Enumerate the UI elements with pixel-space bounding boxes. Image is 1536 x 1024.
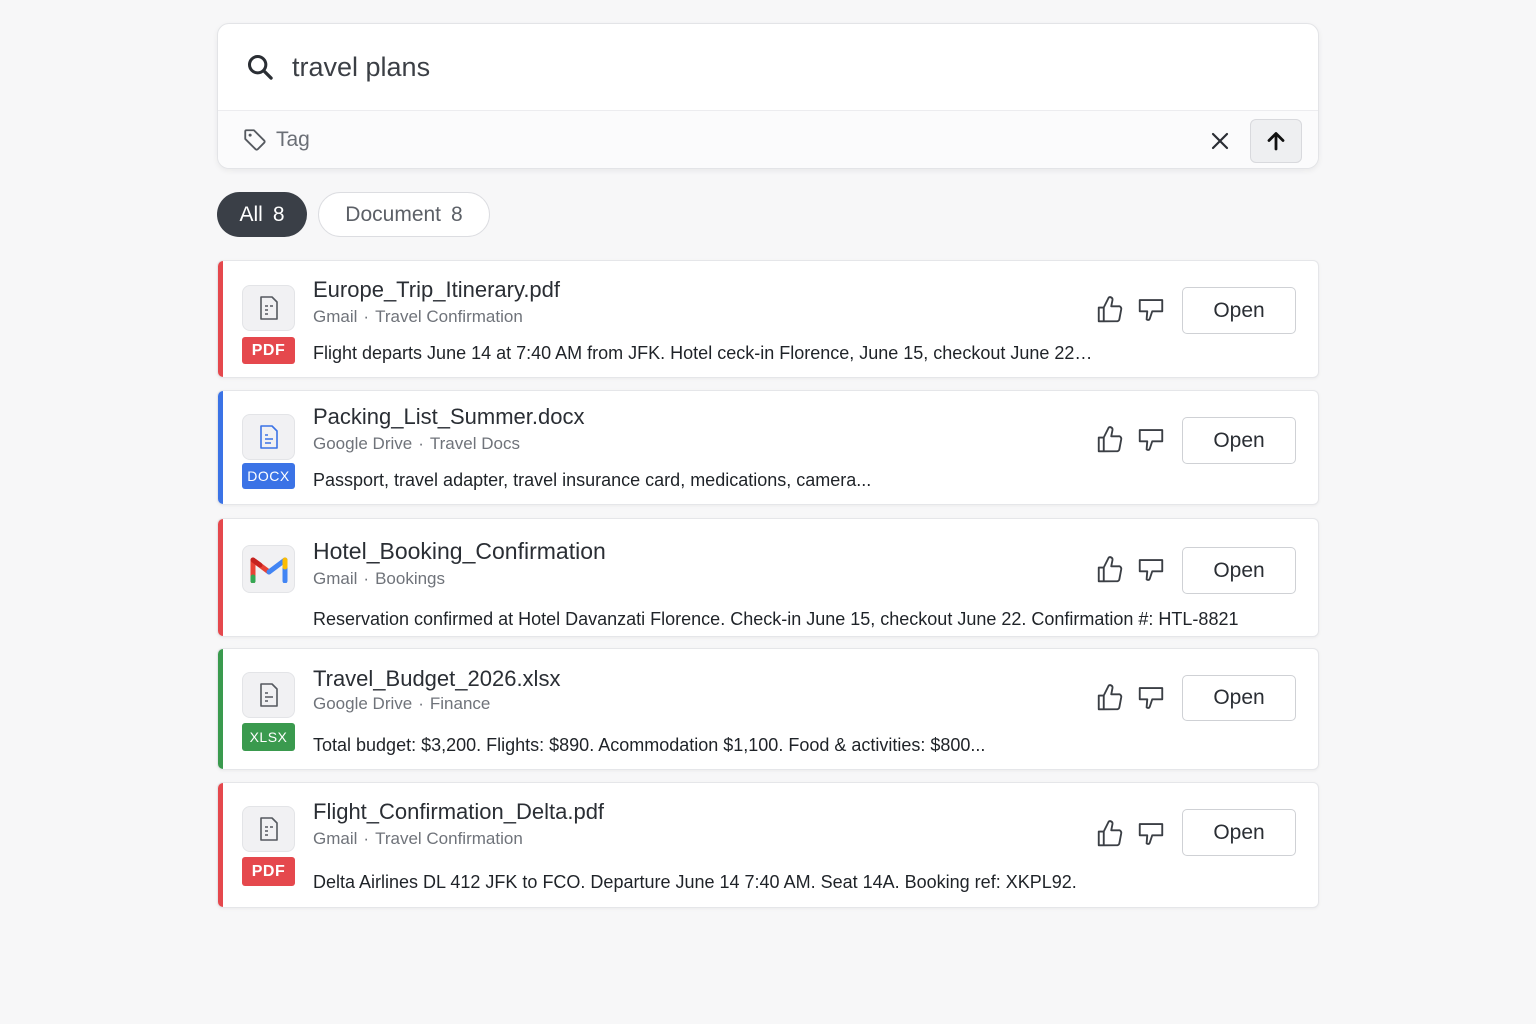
filter-chips: All 8 Document 8	[217, 192, 1319, 237]
result-source: Google Drive	[313, 434, 413, 453]
search-results-panel: Tag All 8 Document 8	[217, 23, 1319, 908]
thumbs-down-icon[interactable]	[1136, 425, 1166, 455]
gmail-icon	[250, 557, 287, 583]
tag-row: Tag	[218, 111, 1318, 168]
thumbs-up-icon[interactable]	[1095, 425, 1125, 455]
clear-button[interactable]	[1204, 125, 1236, 157]
result-card[interactable]: XLSX Travel_Budget_2026.xlsx Google Driv…	[217, 648, 1319, 770]
submit-search-button[interactable]	[1250, 119, 1302, 163]
open-button[interactable]: Open	[1182, 547, 1296, 594]
chip-count: 8	[451, 202, 463, 226]
file-tile	[242, 545, 295, 593]
result-title[interactable]: Flight_Confirmation_Delta.pdf	[313, 799, 604, 825]
thumbs-up-icon[interactable]	[1095, 819, 1125, 849]
result-folder: Travel Confirmation	[375, 829, 523, 848]
result-snippet: Delta Airlines DL 412 JFK to FCO. Depart…	[313, 872, 1077, 892]
accent-bar	[218, 783, 223, 907]
file-tile	[242, 806, 295, 852]
chip-count: 8	[272, 202, 285, 226]
thumbs-down-icon[interactable]	[1136, 819, 1166, 849]
accent-bar	[218, 649, 223, 769]
file-tile	[242, 414, 295, 460]
search-card: Tag	[217, 23, 1319, 169]
tag-input[interactable]: Tag	[276, 128, 310, 152]
thumbs-down-icon[interactable]	[1136, 683, 1166, 713]
result-card[interactable]: DOCX Packing_List_Summer.docx Google Dri…	[217, 390, 1319, 505]
result-title[interactable]: Packing_List_Summer.docx	[313, 404, 584, 430]
open-button[interactable]: Open	[1182, 417, 1296, 464]
thumbs-up-icon[interactable]	[1095, 295, 1125, 325]
result-folder: Travel Docs	[429, 434, 520, 453]
search-bar	[218, 24, 1318, 111]
document-icon	[259, 683, 278, 707]
result-snippet: Reservation confirmed at Hotel Davanzati…	[313, 609, 1239, 629]
result-source: Gmail	[313, 569, 358, 588]
document-icon	[259, 817, 278, 841]
file-tile	[242, 285, 295, 331]
accent-bar	[218, 391, 223, 504]
filter-chip-document[interactable]: Document 8	[318, 192, 490, 237]
close-icon	[1211, 132, 1229, 150]
result-title[interactable]: Europe_Trip_Itinerary.pdf	[313, 277, 560, 303]
open-button[interactable]: Open	[1182, 287, 1296, 334]
accent-bar	[218, 261, 223, 377]
result-meta: Gmail · Bookings	[313, 569, 446, 588]
thumbs-down-icon[interactable]	[1136, 555, 1166, 585]
document-icon	[259, 296, 278, 320]
result-source: Gmail	[313, 829, 358, 848]
thumbs-up-icon[interactable]	[1095, 683, 1125, 713]
arrow-up-icon	[1267, 132, 1285, 151]
result-card[interactable]: PDF Flight_Confirmation_Delta.pdf Gmail ·…	[217, 782, 1319, 908]
result-meta: Google Drive · Travel Docs	[313, 434, 520, 453]
result-source: Gmail	[313, 307, 358, 326]
filter-chip-all[interactable]: All 8	[217, 192, 307, 237]
search-input[interactable]	[292, 51, 1092, 83]
thumbs-down-icon[interactable]	[1136, 295, 1166, 325]
result-snippet: Passport, travel adapter, travel insuran…	[313, 470, 872, 490]
chip-label: All	[239, 202, 263, 226]
result-source: Google Drive	[313, 694, 413, 713]
document-icon	[259, 425, 278, 449]
result-meta: Gmail · Travel Confirmation	[313, 307, 523, 326]
tag-icon	[244, 129, 266, 151]
thumbs-up-icon[interactable]	[1095, 555, 1125, 585]
result-folder: Finance	[429, 694, 491, 713]
result-meta: Gmail · Travel Confirmation	[313, 829, 523, 848]
file-type-badge: PDF	[242, 337, 295, 364]
result-card[interactable]: Hotel_Booking_Confirmation Gmail · Booking…	[217, 518, 1319, 637]
result-snippet: Flight departs June 14 at 7:40 AM from J…	[313, 343, 1093, 363]
open-button[interactable]: Open	[1182, 809, 1296, 856]
result-title[interactable]: Travel_Budget_2026.xlsx	[313, 666, 560, 692]
open-button[interactable]: Open	[1182, 675, 1296, 721]
result-title[interactable]: Hotel_Booking_Confirmation	[313, 538, 606, 565]
result-folder: Bookings	[375, 569, 446, 588]
chip-label: Document	[345, 202, 442, 226]
accent-bar	[218, 519, 223, 636]
file-type-badge: PDF	[242, 857, 295, 886]
result-snippet: Total budget: $3,200. Flights: $890. Aco…	[313, 735, 986, 755]
result-card[interactable]: PDF Europe_Trip_Itinerary.pdf Gmail · Trav…	[217, 260, 1319, 378]
file-type-badge: DOCX	[242, 463, 295, 489]
search-icon	[247, 54, 273, 80]
result-meta: Google Drive · Finance	[313, 694, 491, 713]
result-folder: Travel Confirmation	[375, 307, 523, 326]
file-tile	[242, 672, 295, 718]
file-type-badge: XLSX	[242, 723, 295, 751]
